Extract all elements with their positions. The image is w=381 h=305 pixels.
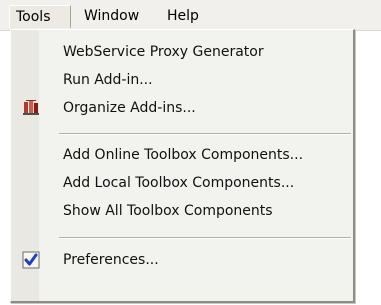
menu-separator <box>59 237 351 239</box>
menu-item-add-local-toolbox-components[interactable]: Add Local Toolbox Components... <box>11 169 352 197</box>
menu-help[interactable]: Help <box>161 5 211 28</box>
menu-item-label: Organize Add-ins... <box>63 100 196 116</box>
screen: Tools Window Help WebService Proxy Gener… <box>0 0 381 305</box>
menu-separator <box>59 133 351 135</box>
menu-item-webservice-proxy-generator[interactable]: WebService Proxy Generator <box>11 38 352 66</box>
menu-item-label: WebService Proxy Generator <box>63 44 264 60</box>
menu-item-preferences[interactable]: Preferences... <box>11 246 352 274</box>
menu-item-label: Preferences... <box>63 252 159 268</box>
menu-item-run-add-in[interactable]: Run Add-in... <box>11 66 352 94</box>
tools-dropdown-menu: WebService Proxy Generator Run Add-in...… <box>10 29 355 303</box>
menu-item-add-online-toolbox-components[interactable]: Add Online Toolbox Components... <box>11 141 352 169</box>
menu-item-label: Run Add-in... <box>63 72 153 88</box>
menu-item-label: Add Online Toolbox Components... <box>63 147 304 163</box>
menu-tools[interactable]: Tools <box>9 5 71 28</box>
menu-bar: Tools Window Help <box>0 0 381 31</box>
organize-addins-icon <box>22 99 40 117</box>
menu-item-label: Show All Toolbox Components <box>63 203 273 219</box>
menu-item-show-all-toolbox-components[interactable]: Show All Toolbox Components <box>11 197 352 225</box>
menu-item-label: Add Local Toolbox Components... <box>63 175 295 191</box>
menu-window[interactable]: Window <box>78 5 156 28</box>
checkmark-icon <box>22 251 40 269</box>
menu-item-organize-add-ins[interactable]: Organize Add-ins... <box>11 94 352 122</box>
